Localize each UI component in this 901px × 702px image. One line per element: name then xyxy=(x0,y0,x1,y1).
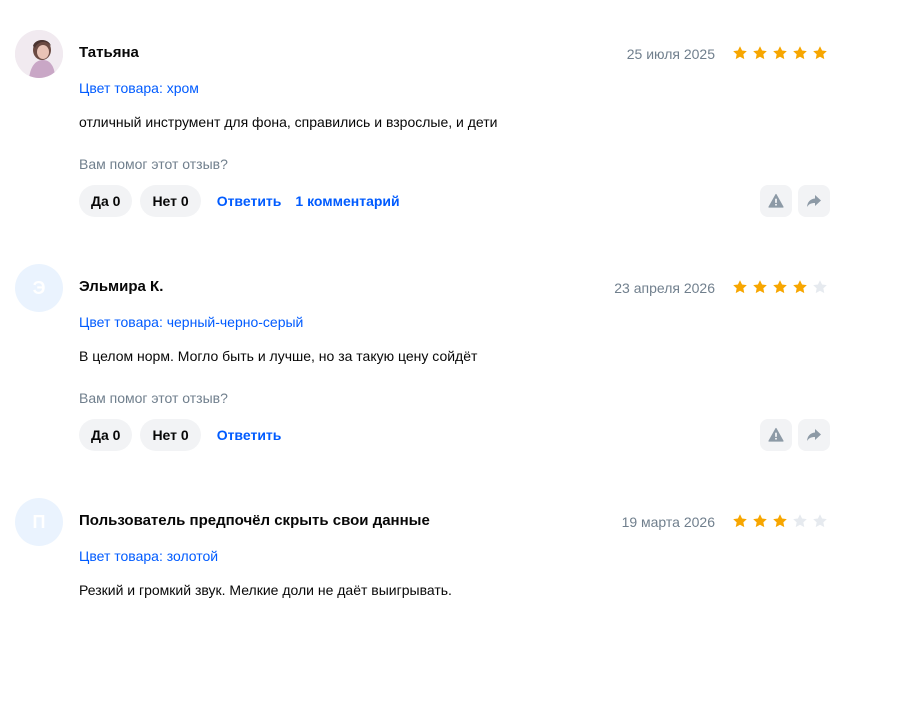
review-text: отличный инструмент для фона, справились… xyxy=(79,114,498,130)
avatar[interactable]: Э xyxy=(15,264,63,312)
no-button[interactable]: Нет 0 xyxy=(140,419,201,451)
review-card: Э Эльмира К. 23 апреля 2026 Цвет товара:… xyxy=(0,234,901,468)
star-filled-icon xyxy=(753,46,767,60)
avatar-letter: П xyxy=(32,511,46,532)
warning-icon xyxy=(768,193,784,208)
star-filled-icon xyxy=(733,46,747,60)
review-author: Эльмира К. xyxy=(79,278,164,295)
avatar[interactable]: П xyxy=(15,498,63,546)
rating-stars xyxy=(732,45,828,61)
star-filled-icon xyxy=(773,514,787,528)
warning-icon xyxy=(768,427,784,442)
star-empty-icon xyxy=(813,280,827,294)
star-empty-icon xyxy=(793,514,807,528)
star-filled-icon xyxy=(753,280,767,294)
review-author: Пользователь предпочёл скрыть свои данны… xyxy=(79,512,430,529)
avatar-letter: Э xyxy=(32,277,46,298)
review-text: В целом норм. Могло быть и лучше, но за … xyxy=(79,348,478,364)
star-filled-icon xyxy=(753,514,767,528)
star-filled-icon xyxy=(773,46,787,60)
comments-link[interactable]: 1 комментарий xyxy=(295,193,399,209)
star-filled-icon xyxy=(793,46,807,60)
review-card: Татьяна 25 июля 2025 Цвет товара: хром о… xyxy=(0,0,901,234)
helpful-prompt: Вам помог этот отзыв? xyxy=(79,156,228,172)
product-color[interactable]: Цвет товара: черный-черно-серый xyxy=(79,314,303,330)
product-color[interactable]: Цвет товара: хром xyxy=(79,80,199,96)
share-arrow-icon xyxy=(807,429,821,441)
share-button[interactable] xyxy=(798,419,830,451)
yes-button[interactable]: Да 0 xyxy=(79,419,133,451)
star-filled-icon xyxy=(773,280,787,294)
review-card: П Пользователь предпочёл скрыть свои дан… xyxy=(0,468,901,702)
reply-link[interactable]: Ответить xyxy=(217,427,282,443)
yes-button[interactable]: Да 0 xyxy=(79,185,133,217)
avatar[interactable] xyxy=(15,30,63,78)
star-empty-icon xyxy=(813,514,827,528)
review-date: 19 марта 2026 xyxy=(621,514,715,530)
star-filled-icon xyxy=(793,280,807,294)
product-color[interactable]: Цвет товара: золотой xyxy=(79,548,218,564)
no-button[interactable]: Нет 0 xyxy=(140,185,201,217)
review-date: 25 июля 2025 xyxy=(626,46,715,62)
helpful-prompt: Вам помог этот отзыв? xyxy=(79,390,228,406)
review-text: Резкий и громкий звук. Мелкие доли не да… xyxy=(79,582,452,598)
share-arrow-icon xyxy=(807,195,821,207)
report-button[interactable] xyxy=(760,419,792,451)
review-actions: Да 0 Нет 0 Ответить xyxy=(79,419,295,451)
review-actions: Да 0 Нет 0 Ответить 1 комментарий xyxy=(79,185,414,217)
rating-stars xyxy=(732,279,828,295)
share-button[interactable] xyxy=(798,185,830,217)
avatar-photo-icon xyxy=(15,30,63,78)
star-filled-icon xyxy=(733,280,747,294)
star-filled-icon xyxy=(733,514,747,528)
star-filled-icon xyxy=(813,46,827,60)
review-date: 23 апреля 2026 xyxy=(614,280,715,296)
rating-stars xyxy=(732,513,828,529)
review-author: Татьяна xyxy=(79,44,139,61)
report-button[interactable] xyxy=(760,185,792,217)
reply-link[interactable]: Ответить xyxy=(217,193,282,209)
